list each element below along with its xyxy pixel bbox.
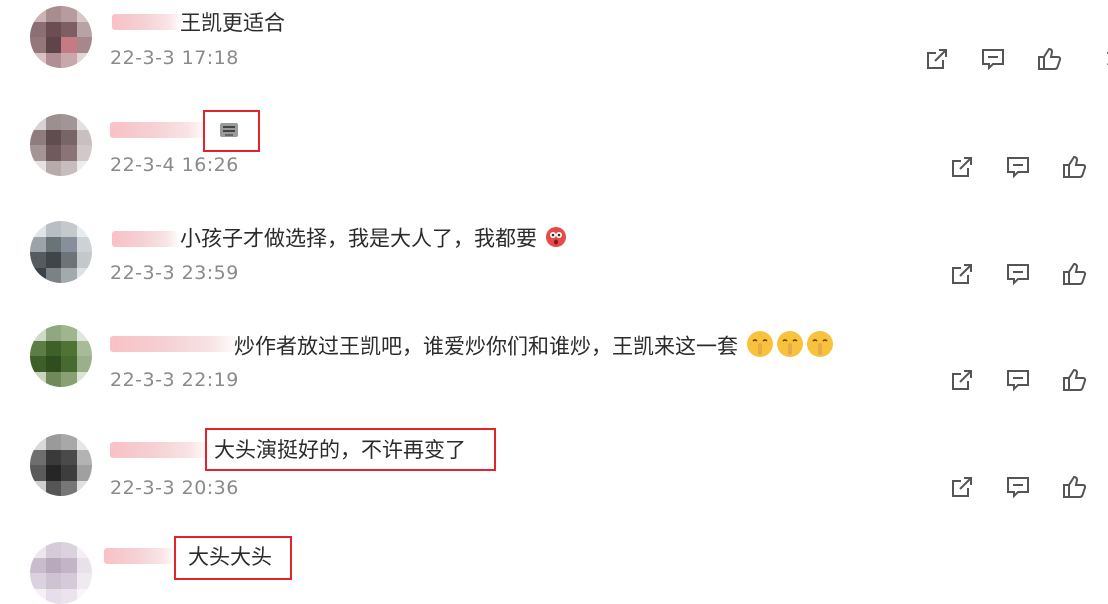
share-icon[interactable] bbox=[948, 260, 976, 288]
share-icon[interactable] bbox=[948, 473, 976, 501]
comment-text: 王凯更适合 bbox=[180, 11, 285, 35]
avatar[interactable] bbox=[30, 114, 92, 176]
username-blurred[interactable] bbox=[110, 336, 238, 352]
comment-timestamp: 22-3-3 20:36 bbox=[110, 477, 239, 499]
shush-emoji-icon bbox=[805, 329, 835, 366]
sticker-emoji bbox=[218, 120, 240, 140]
like-icon[interactable] bbox=[1060, 473, 1088, 501]
avatar[interactable] bbox=[30, 542, 92, 604]
comment-icon[interactable] bbox=[979, 45, 1007, 73]
share-icon[interactable] bbox=[923, 45, 951, 73]
avatar[interactable] bbox=[30, 325, 92, 387]
username-blurred[interactable] bbox=[112, 231, 180, 247]
shush-emoji-icon bbox=[775, 329, 805, 366]
comment-actions bbox=[948, 473, 1088, 501]
share-icon[interactable] bbox=[948, 153, 976, 181]
comment-icon[interactable] bbox=[1004, 366, 1032, 394]
username-blurred[interactable] bbox=[112, 14, 182, 30]
comment-timestamp: 22-3-3 17:18 bbox=[110, 47, 239, 69]
like-icon[interactable] bbox=[1060, 260, 1088, 288]
comment-text: 大头大头 bbox=[188, 545, 272, 569]
comment-text: 小孩子才做选择，我是大人了，我都要 bbox=[180, 224, 568, 255]
comment-item: 炒作者放过王凯吧，谁爱炒你们和谁炒，王凯来这一套 22-3-3 22:19 bbox=[0, 310, 1108, 420]
comment-icon[interactable] bbox=[1004, 473, 1032, 501]
comment-actions: 1 bbox=[923, 45, 1108, 73]
comment-text: 炒作者放过王凯吧，谁爱炒你们和谁炒，王凯来这一套 bbox=[234, 329, 835, 366]
comment-icon[interactable] bbox=[1004, 260, 1032, 288]
comment-actions bbox=[948, 260, 1088, 288]
shush-emoji-icon bbox=[745, 329, 775, 366]
share-icon[interactable] bbox=[948, 366, 976, 394]
comment-item: 大头大头 bbox=[0, 530, 1108, 604]
username-blurred[interactable] bbox=[104, 548, 176, 564]
comment-actions bbox=[948, 366, 1088, 394]
comment-timestamp: 22-3-3 23:59 bbox=[110, 262, 239, 284]
comment-text: 大头演挺好的，不许再变了 bbox=[214, 438, 466, 462]
comment-icon[interactable] bbox=[1004, 153, 1032, 181]
comment-timestamp: 22-3-4 16:26 bbox=[110, 154, 239, 176]
avatar[interactable] bbox=[30, 6, 92, 68]
comment-timestamp: 22-3-3 22:19 bbox=[110, 369, 239, 391]
comment-item: 22-3-4 16:26 bbox=[0, 100, 1108, 205]
username-blurred[interactable] bbox=[110, 442, 210, 458]
like-icon[interactable] bbox=[1060, 366, 1088, 394]
like-icon[interactable] bbox=[1060, 153, 1088, 181]
shocked-emoji-icon bbox=[544, 224, 568, 255]
comment-item: 小孩子才做选择，我是大人了，我都要 22-3-3 23:59 bbox=[0, 205, 1108, 310]
like-icon[interactable] bbox=[1035, 45, 1063, 73]
avatar[interactable] bbox=[30, 434, 92, 496]
username-blurred[interactable] bbox=[110, 122, 208, 138]
comment-item: 大头演挺好的，不许再变了 22-3-3 20:36 bbox=[0, 420, 1108, 530]
avatar[interactable] bbox=[30, 221, 92, 283]
comment-actions bbox=[948, 153, 1088, 181]
comment-item: 王凯更适合 22-3-3 17:18 1 bbox=[0, 0, 1108, 100]
